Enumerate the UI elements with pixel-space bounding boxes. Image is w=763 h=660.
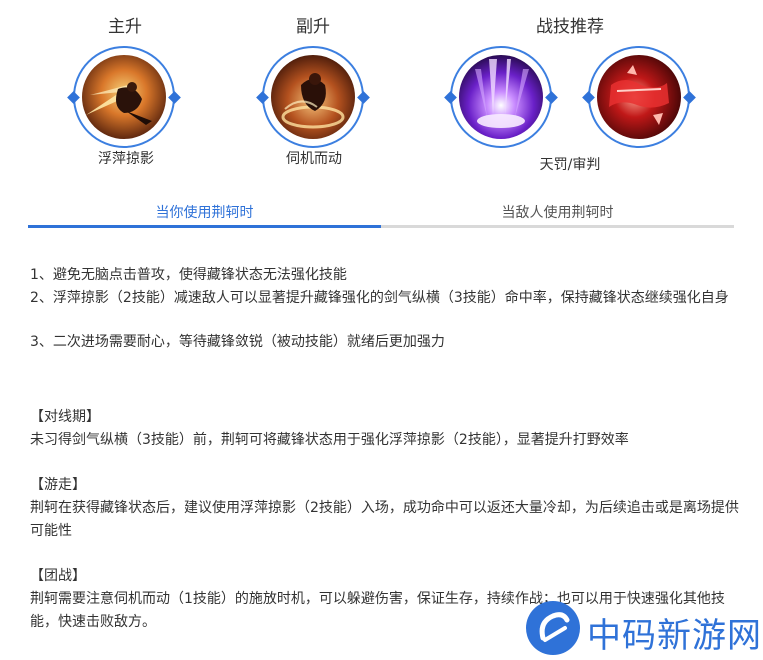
tip-1: 1、避免无脑点击普攻，使得藏锋状态无法强化技能 xyxy=(30,267,347,283)
main-skill-name: 浮萍掠影 xyxy=(98,151,154,167)
lightning-skill-icon xyxy=(459,55,543,139)
judgment-skill-icon xyxy=(597,55,681,139)
battle-skill-2-icon-frame[interactable] xyxy=(582,46,696,152)
main-skill-title: 主升 xyxy=(108,17,142,37)
battle-skill-name: 天罚/审判 xyxy=(539,157,601,173)
phase-laning-heading: 【对线期】 xyxy=(30,409,100,425)
main-skill-icon-frame[interactable] xyxy=(67,46,181,152)
battle-skill-1-icon-frame[interactable] xyxy=(444,46,558,152)
tab-when-you-use[interactable]: 当你使用荆轲时 xyxy=(28,200,381,228)
sub-skill-title: 副升 xyxy=(296,17,330,37)
dash-slash-skill-icon xyxy=(82,55,166,139)
tip-3: 3、二次进场需要耐心，等待藏锋敛锐（被动技能）就绪后更加强力 xyxy=(30,334,445,350)
tab-when-enemy-uses[interactable]: 当敌人使用荆轲时 xyxy=(381,200,734,228)
usage-tabs: 当你使用荆轲时 当敌人使用荆轲时 xyxy=(28,200,734,228)
battle-skill-title: 战技推荐 xyxy=(536,17,604,37)
phase-laning-text: 未习得剑气纵横（3技能）前，荆轲可将藏锋状态用于强化浮萍掠影（2技能），显著提升… xyxy=(30,432,629,448)
site-logo-icon xyxy=(526,601,580,655)
phase-roam-text: 荆轲在获得藏锋状态后，建议使用浮萍掠影（2技能）入场，成功命中可以返还大量冷却，… xyxy=(30,500,739,539)
watermark-text: 中码新游网 xyxy=(587,616,762,656)
phase-roam-heading: 【游走】 xyxy=(30,477,86,493)
sub-skill-name: 伺机而动 xyxy=(286,151,342,167)
site-watermark: 中码新游网 xyxy=(523,596,763,660)
sub-skill-icon-frame[interactable] xyxy=(256,46,370,152)
ambush-skill-icon xyxy=(271,55,355,139)
phase-teamfight-heading: 【团战】 xyxy=(30,568,86,584)
tip-2: 2、浮萍掠影（2技能）减速敌人可以显著提升藏锋强化的剑气纵横（3技能）命中率，保… xyxy=(30,290,729,306)
